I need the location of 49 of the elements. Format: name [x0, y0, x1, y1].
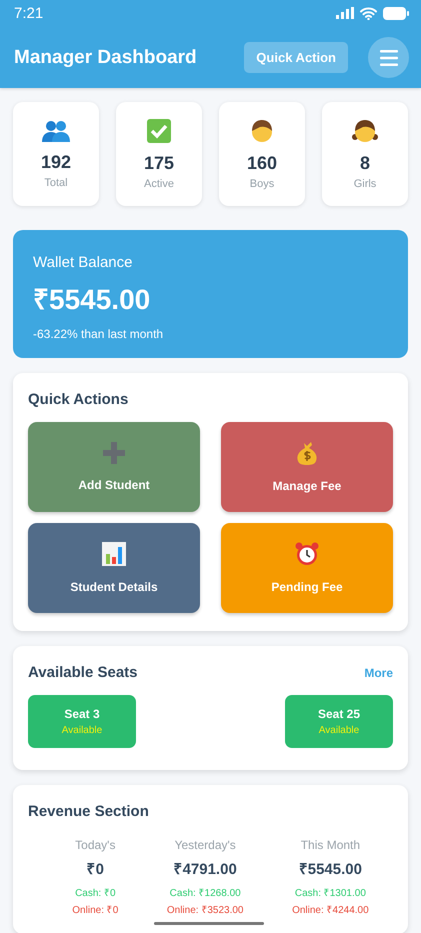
status-time: 7:21: [14, 4, 44, 22]
girl-face-icon: [352, 118, 378, 142]
bar-chart-icon: [102, 542, 126, 566]
menu-icon: [380, 50, 398, 66]
online-amount: Online: ₹3523.00: [166, 904, 244, 916]
online-amount: Online: ₹0: [72, 904, 118, 916]
more-link[interactable]: More: [364, 666, 393, 680]
section-title: Quick Actions: [28, 391, 130, 408]
action-tile[interactable]: Student Details: [28, 523, 200, 613]
section-title: Revenue Section: [28, 803, 150, 820]
wifi-icon: [360, 6, 377, 20]
stat-value: 160: [246, 152, 278, 174]
quick-action-button[interactable]: Quick Action: [244, 42, 348, 73]
stat-value: 175: [144, 152, 174, 174]
seat-tile[interactable]: Seat 25 Available: [285, 695, 393, 748]
money-bag-icon: [296, 441, 318, 465]
menu-button[interactable]: [368, 37, 409, 78]
seat-tile[interactable]: Seat 3 Available: [28, 695, 136, 748]
boy-face-icon: [250, 118, 274, 142]
checkmark-icon: [147, 118, 171, 142]
wallet-amount: ₹5545.00: [33, 283, 152, 317]
wallet-title: Wallet Balance: [33, 254, 134, 271]
alarm-clock-icon: [295, 542, 319, 566]
signal-icon: [336, 7, 354, 19]
plus-icon: [103, 442, 125, 464]
action-tile[interactable]: Manage Fee: [221, 422, 393, 512]
cash-amount: Cash: ₹1301.00: [294, 887, 366, 899]
people-icon: [42, 120, 70, 142]
revenue-amount: ₹5545.00: [298, 860, 362, 878]
stat-label: Active: [144, 178, 174, 190]
stat-value: 192: [40, 152, 72, 172]
stat-label: Total: [44, 176, 68, 188]
wallet-change: -63.22% than last month: [33, 327, 164, 341]
revenue-amount: ₹4791.00: [174, 860, 237, 878]
stat-value: 8: [360, 152, 370, 174]
period-label: This Month: [300, 838, 360, 852]
stat-label: Boys: [250, 178, 274, 190]
online-amount: Online: ₹4244.00: [292, 904, 369, 916]
action-tile[interactable]: Pending Fee: [221, 523, 393, 613]
cash-amount: Cash: ₹0: [75, 887, 116, 899]
period-label: Yesterday's: [174, 838, 236, 852]
stat-label: Girls: [354, 178, 376, 190]
page-title: Manager Dashboard: [14, 46, 198, 68]
battery-icon: [383, 6, 409, 20]
period-label: Today's: [75, 838, 116, 852]
cash-amount: Cash: ₹1268.00: [170, 887, 241, 899]
section-title: Available Seats: [28, 664, 138, 681]
revenue-amount: ₹0: [86, 860, 104, 878]
action-tile[interactable]: Add Student: [28, 422, 200, 512]
